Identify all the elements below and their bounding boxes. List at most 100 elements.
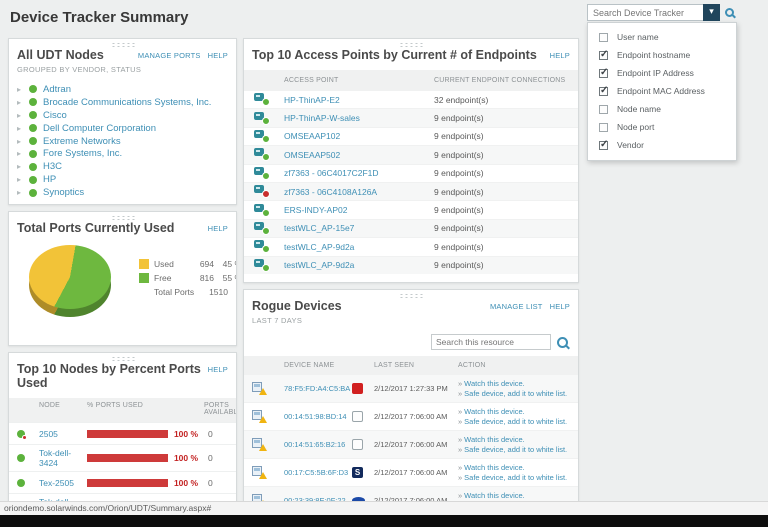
manage-list-link[interactable]: MANAGE LIST (490, 302, 543, 311)
udt-vendor-list: ▸ Adtran ▸ Brocade Communications Systems, … (9, 83, 236, 199)
expand-chevron-icon[interactable]: ▸ (17, 137, 23, 146)
expand-chevron-icon[interactable]: ▸ (17, 188, 23, 197)
vendor-tree-item[interactable]: ▸ Dell Computer Corporation (17, 122, 228, 135)
manage-ports-link[interactable]: MANAGE PORTS (138, 51, 201, 60)
vendor-tree-item[interactable]: ▸ Fore Systems, Inc. (17, 147, 228, 160)
expand-chevron-icon[interactable]: ▸ (17, 124, 23, 133)
search-option-user-name[interactable]: User name (588, 28, 736, 46)
warning-icon (259, 472, 267, 479)
table-row: ERS-INDY-AP029 endpoint(s) (244, 200, 578, 218)
search-option-node-port[interactable]: Node port (588, 118, 736, 136)
help-link[interactable]: HELP (208, 365, 228, 374)
action-link[interactable]: Watch this device. (464, 491, 525, 500)
device-tracker-search-input[interactable] (587, 4, 703, 21)
vendor-tree-item[interactable]: ▸ Extreme Networks (17, 135, 228, 148)
help-link[interactable]: HELP (208, 51, 228, 60)
status-up-icon (262, 153, 270, 161)
drag-handle-icon[interactable] (399, 293, 423, 299)
vendor-name-link[interactable]: Cisco (43, 110, 67, 121)
access-point-link[interactable]: HP-ThinAP-W-sales (284, 113, 434, 123)
expand-chevron-icon[interactable]: ▸ (17, 149, 23, 158)
checkbox-checked-icon[interactable] (599, 69, 608, 78)
action-link[interactable]: Safe device, add it to white list. (464, 417, 567, 426)
vendor-tree-item[interactable]: ▸ Cisco (17, 109, 228, 122)
vendor-tree-item[interactable]: ▸ Synoptics (17, 186, 228, 199)
vendor-tree-item[interactable]: ▸ HP (17, 173, 228, 186)
search-option-node-name[interactable]: Node name (588, 100, 736, 118)
legend-value: 816 (188, 273, 214, 283)
node-name-link[interactable]: Tok-dell-3424 (39, 445, 87, 471)
help-link[interactable]: HELP (550, 302, 570, 311)
action-link[interactable]: Safe device, add it to white list. (464, 473, 567, 482)
drag-handle-icon[interactable] (399, 42, 423, 48)
node-name-link[interactable]: Tex-2505 (39, 475, 87, 491)
legend-label: Used (154, 259, 188, 269)
access-point-link[interactable]: HP-ThinAP-E2 (284, 95, 434, 105)
access-point-link[interactable]: zf7363 - 06C4108A126A (284, 187, 434, 197)
drag-handle-icon[interactable] (111, 356, 135, 362)
search-option-endpoint-mac-address[interactable]: Endpoint MAC Address (588, 82, 736, 100)
table-row: 78:F5:FD:A4:C5:BA2/12/2017 1:27:33 PM»Wa… (244, 374, 578, 402)
checkbox-checked-icon[interactable] (599, 51, 608, 60)
drag-handle-icon[interactable] (111, 215, 135, 221)
action-link[interactable]: Watch this device. (464, 463, 525, 472)
vendor-tree-item[interactable]: ▸ H3C (17, 160, 228, 173)
access-point-link[interactable]: zf7363 - 06C4017C2F1D (284, 168, 434, 178)
vendor-name-link[interactable]: Brocade Communications Systems, Inc. (43, 97, 211, 108)
checkbox-unchecked-icon[interactable] (599, 33, 608, 42)
search-option-endpoint-ip-address[interactable]: Endpoint IP Address (588, 64, 736, 82)
expand-chevron-icon[interactable]: ▸ (17, 162, 23, 171)
action-link[interactable]: Watch this device. (464, 379, 525, 388)
status-up-icon (29, 124, 37, 132)
vendor-name-link[interactable]: Extreme Networks (43, 136, 121, 147)
expand-chevron-icon[interactable]: ▸ (17, 111, 23, 120)
expand-chevron-icon[interactable]: ▸ (17, 85, 23, 94)
warning-icon (259, 444, 267, 451)
endpoint-count: 9 endpoint(s) (434, 131, 568, 141)
expand-chevron-icon[interactable]: ▸ (17, 98, 23, 107)
checkbox-checked-icon[interactable] (599, 87, 608, 96)
search-icon[interactable] (725, 8, 734, 17)
checkbox-unchecked-icon[interactable] (599, 123, 608, 132)
search-option-endpoint-hostname[interactable]: Endpoint hostname (588, 46, 736, 64)
device-mac-link[interactable]: 00:14:51:98:BD:14 (284, 412, 352, 421)
node-name-link[interactable]: 2505 (39, 426, 87, 442)
action-link[interactable]: Watch this device. (464, 407, 525, 416)
search-dropdown-button[interactable]: ▾ (703, 4, 720, 21)
access-point-link[interactable]: testWLC_AP-15e7 (284, 223, 434, 233)
rogue-search-input[interactable] (431, 334, 551, 350)
access-point-link[interactable]: testWLC_AP-9d2a (284, 260, 434, 270)
device-mac-link[interactable]: 78:F5:FD:A4:C5:BA (284, 384, 352, 393)
expand-chevron-icon[interactable]: ▸ (17, 175, 23, 184)
device-mac-link[interactable]: 00:14:51:65:B2:16 (284, 440, 352, 449)
device-mac-link[interactable]: 00:17:C5:5B:6F:D3 (284, 468, 352, 477)
drag-handle-icon[interactable] (111, 42, 135, 48)
col-access-point: ACCESS POINT (284, 77, 434, 84)
legend-row: Used69445 % (139, 259, 237, 269)
action-link[interactable]: Safe device, add it to white list. (464, 389, 567, 398)
help-link[interactable]: HELP (208, 224, 228, 233)
panel-subtitle: GROUPED BY VENDOR, STATUS (17, 65, 228, 74)
checkbox-checked-icon[interactable] (599, 141, 608, 150)
search-option-vendor[interactable]: Vendor (588, 136, 736, 154)
access-point-icon (254, 204, 271, 217)
access-point-link[interactable]: OMSEAAP102 (284, 131, 434, 141)
vendor-name-link[interactable]: H3C (43, 161, 62, 172)
action-link[interactable]: Watch this device. (464, 435, 525, 444)
access-point-link[interactable]: testWLC_AP-9d2a (284, 242, 434, 252)
help-link[interactable]: HELP (550, 51, 570, 60)
endpoint-count: 9 endpoint(s) (434, 150, 568, 160)
access-point-link[interactable]: OMSEAAP502 (284, 150, 434, 160)
vendor-tree-item[interactable]: ▸ Adtran (17, 83, 228, 96)
percent-bar (87, 479, 168, 487)
action-link[interactable]: Safe device, add it to white list. (464, 445, 567, 454)
vendor-name-link[interactable]: Dell Computer Corporation (43, 123, 156, 134)
vendor-name-link[interactable]: Adtran (43, 84, 71, 95)
vendor-name-link[interactable]: Synoptics (43, 187, 84, 198)
vendor-tree-item[interactable]: ▸ Brocade Communications Systems, Inc. (17, 96, 228, 109)
vendor-name-link[interactable]: Fore Systems, Inc. (43, 148, 122, 159)
vendor-name-link[interactable]: HP (43, 174, 56, 185)
checkbox-unchecked-icon[interactable] (599, 105, 608, 114)
access-point-link[interactable]: ERS-INDY-AP02 (284, 205, 434, 215)
search-icon[interactable] (557, 337, 568, 348)
